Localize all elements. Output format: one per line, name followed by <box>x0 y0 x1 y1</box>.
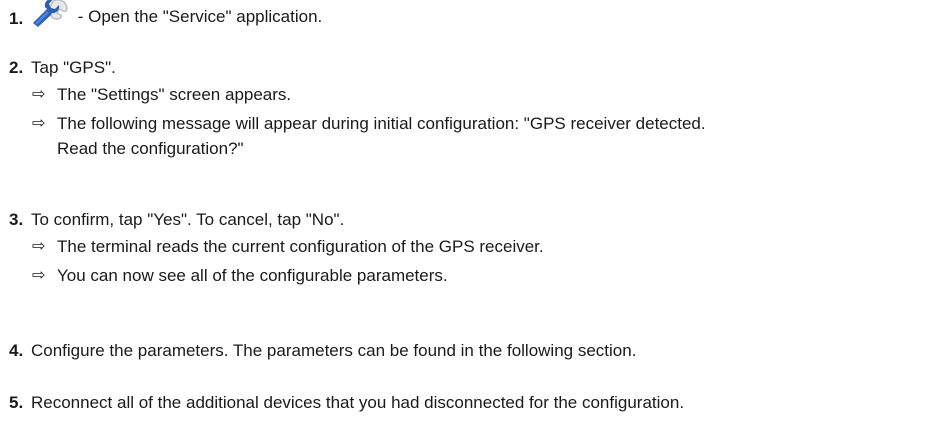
step-3: 3. To confirm, tap "Yes". To cancel, tap… <box>9 209 929 288</box>
step-number: 3. <box>9 210 24 229</box>
result-arrow-icon: ⇨ <box>32 267 46 284</box>
step-number: 1. <box>9 9 24 28</box>
result-line: ⇨ The "Settings" screen appears. <box>9 82 929 107</box>
step-5: 5. Reconnect all of the additional devic… <box>9 392 929 414</box>
result-line: ⇨ The terminal reads the current configu… <box>9 234 929 259</box>
result-text: You can now see all of the configurable … <box>57 266 448 285</box>
step-number: 2. <box>9 58 24 77</box>
result-arrow-icon: ⇨ <box>32 115 46 132</box>
step-text: Configure the parameters. The parameters… <box>31 341 637 360</box>
step-2: 2. Tap "GPS". ⇨ The "Settings" screen ap… <box>9 57 929 161</box>
result-text: The terminal reads the current configura… <box>57 237 544 256</box>
result-arrow-icon: ⇨ <box>32 86 46 103</box>
result-line: ⇨ You can now see all of the configurabl… <box>9 263 929 288</box>
step-number: 5. <box>9 393 24 412</box>
result-text-continued: Read the configuration?" <box>57 139 244 158</box>
wrench-icon <box>31 0 69 27</box>
result-text: The "Settings" screen appears. <box>57 85 292 104</box>
step-text: - Open the "Service" application. <box>73 7 323 26</box>
step-1: 1. - Open the "Service" application. <box>9 0 929 33</box>
instruction-list: 1. - Open the "Service" application. 2. … <box>0 0 934 425</box>
step-4: 4. Configure the parameters. The paramet… <box>9 340 929 362</box>
step-text: To confirm, tap "Yes". To cancel, tap "N… <box>31 210 345 229</box>
result-text: The following message will appear during… <box>57 114 706 133</box>
result-line: ⇨ The following message will appear duri… <box>9 111 929 161</box>
step-number: 4. <box>9 341 24 360</box>
result-arrow-icon: ⇨ <box>32 238 46 255</box>
step-text: Reconnect all of the additional devices … <box>31 393 685 412</box>
step-text: Tap "GPS". <box>31 58 116 77</box>
